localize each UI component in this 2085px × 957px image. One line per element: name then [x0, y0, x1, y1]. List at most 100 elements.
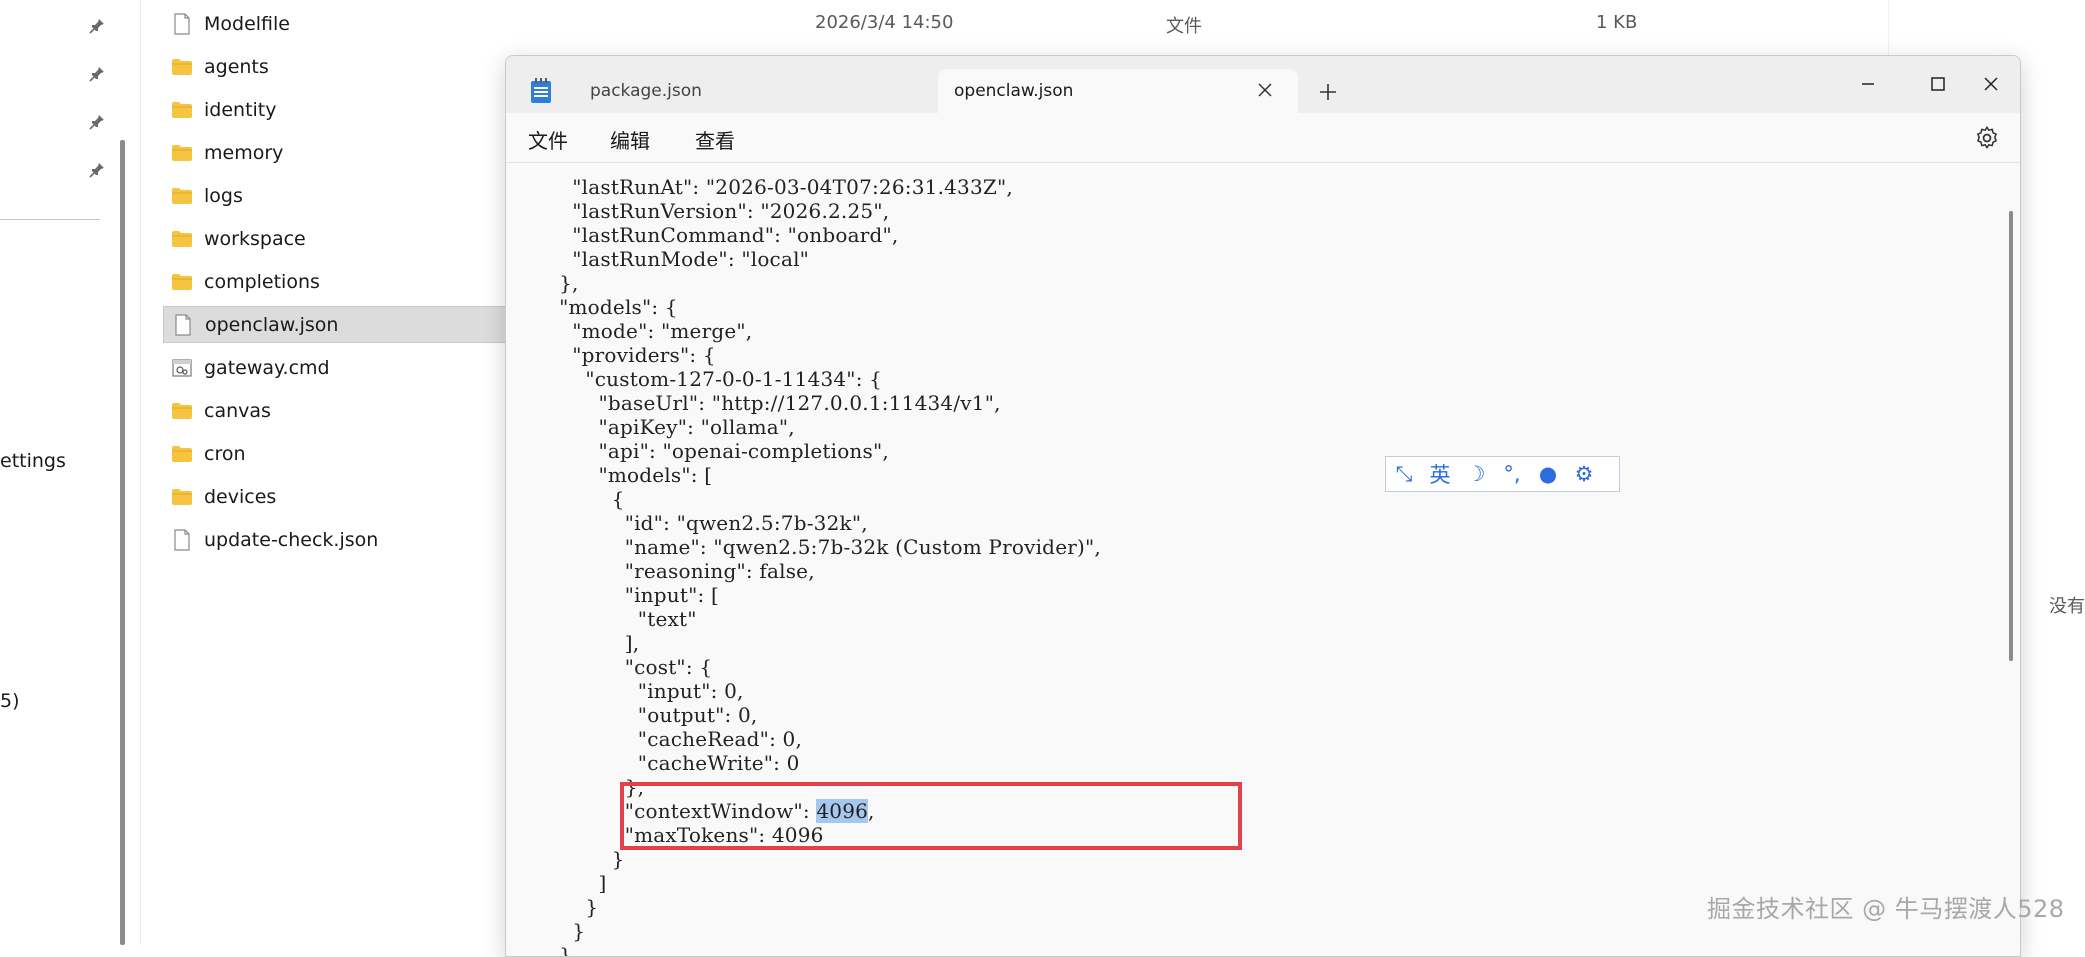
file-name: logs — [204, 184, 243, 207]
file-name: identity — [204, 98, 277, 121]
folder-icon — [171, 443, 193, 465]
file-row[interactable]: openclaw.json — [163, 306, 509, 343]
code-line: "lastRunMode": "local" — [546, 247, 810, 271]
code-line: } — [546, 895, 599, 919]
file-name: canvas — [204, 399, 271, 422]
tab-label: openclaw.json — [954, 81, 1074, 101]
file-icon — [171, 12, 193, 35]
tab-package-json[interactable]: package.json — [562, 69, 942, 113]
folder-icon — [171, 400, 193, 422]
minimize-button[interactable] — [1846, 66, 1890, 102]
code-line: "output": 0, — [546, 703, 758, 727]
code-line: "lastRunCommand": "onboard", — [546, 223, 899, 247]
file-size: 1 KB — [1596, 12, 1638, 33]
code-line: } — [546, 943, 573, 957]
code-line: "cacheRead": 0, — [546, 727, 803, 751]
folder-icon — [171, 56, 193, 78]
code-line: "reasoning": false, — [546, 559, 815, 583]
pin-icon[interactable] — [89, 18, 105, 34]
file-type: 文件 — [1166, 16, 1202, 37]
nav-item-partial[interactable]: 5) — [0, 690, 20, 712]
highlight-annotation-box — [620, 782, 1242, 850]
code-line: }, — [546, 271, 579, 295]
code-line: "models": [ — [546, 463, 713, 487]
nav-divider — [0, 219, 100, 220]
close-tab-icon[interactable] — [1256, 81, 1274, 99]
cmd-file-icon — [171, 357, 193, 379]
code-line: "apiKey": "ollama", — [546, 415, 795, 439]
file-name: workspace — [204, 227, 306, 250]
navigation-pane: ettings 5) — [0, 0, 128, 945]
file-name: openclaw.json — [205, 313, 339, 336]
file-row[interactable]: completions — [163, 263, 509, 300]
tab-openclaw-json[interactable]: openclaw.json — [938, 69, 1298, 113]
expand-icon[interactable]: ⤡ — [1386, 457, 1422, 491]
file-name: update-check.json — [204, 528, 379, 551]
file-name: Modelfile — [204, 12, 290, 35]
menu-file[interactable]: 文件 — [528, 125, 568, 154]
gear-icon[interactable]: ⚙ — [1566, 457, 1602, 491]
menu-view[interactable]: 查看 — [695, 125, 735, 154]
gear-icon[interactable] — [1974, 125, 2000, 151]
add-tab-icon[interactable] — [1317, 81, 1339, 103]
file-name: memory — [204, 141, 284, 164]
maximize-button[interactable] — [1916, 66, 1960, 102]
file-row[interactable]: agents — [163, 48, 509, 85]
code-line: "api": "openai-completions", — [546, 439, 889, 463]
file-row[interactable]: logs — [163, 177, 509, 214]
watermark: 掘金技术社区 @ 牛马摆渡人528 — [1707, 895, 2065, 923]
code-line: "cacheWrite": 0 — [546, 751, 800, 775]
file-row[interactable]: devices — [163, 478, 509, 515]
moon-icon[interactable]: ☽ — [1458, 457, 1494, 491]
code-line: ], — [546, 631, 640, 655]
close-window-button[interactable] — [1969, 66, 2013, 102]
file-icon — [171, 528, 193, 551]
menu-bar: 文件 编辑 查看 — [506, 113, 2020, 163]
code-line: "input": 0, — [546, 679, 744, 703]
title-bar[interactable]: package.json openclaw.json — [506, 56, 2020, 113]
folder-icon — [171, 142, 193, 164]
code-line: "mode": "merge", — [546, 319, 753, 343]
file-row[interactable]: Modelfile — [163, 5, 509, 42]
file-row[interactable]: workspace — [163, 220, 509, 257]
code-line: "lastRunVersion": "2026.2.25", — [546, 199, 890, 223]
code-line: "providers": { — [546, 343, 716, 367]
folder-icon — [171, 271, 193, 293]
details-pane-text: 没有 — [2049, 596, 2085, 617]
pin-icon[interactable] — [89, 114, 105, 130]
punctuation-icon[interactable]: °, — [1494, 457, 1530, 491]
folder-icon — [171, 99, 193, 121]
nav-scrollbar[interactable] — [120, 140, 125, 945]
code-line: } — [546, 847, 625, 871]
file-row[interactable]: identity — [163, 91, 509, 128]
nav-item-settings[interactable]: ettings — [0, 450, 66, 472]
file-row[interactable]: update-check.json — [163, 521, 509, 558]
code-line: } — [546, 919, 586, 943]
ime-toolbar: ⤡ 英 ☽ °, ● ⚙ — [1385, 456, 1620, 492]
code-line: "id": "qwen2.5:7b-32k", — [546, 511, 868, 535]
editor-scrollbar[interactable] — [2009, 211, 2013, 661]
file-name: gateway.cmd — [204, 356, 330, 379]
user-icon[interactable]: ● — [1530, 457, 1566, 491]
pin-icon[interactable] — [89, 66, 105, 82]
tab-label: package.json — [590, 81, 702, 101]
file-row[interactable]: cron — [163, 435, 509, 472]
file-name: agents — [204, 55, 269, 78]
code-line: "models": { — [546, 295, 678, 319]
chinese-mode-icon[interactable]: 英 — [1422, 457, 1458, 491]
file-row[interactable]: canvas — [163, 392, 509, 429]
code-line: "input": [ — [546, 583, 719, 607]
code-line: "custom-127-0-0-1-11434": { — [546, 367, 883, 391]
code-line: "lastRunAt": "2026-03-04T07:26:31.433Z", — [546, 175, 1013, 199]
code-line: "cost": { — [546, 655, 713, 679]
file-name: completions — [204, 270, 320, 293]
menu-edit[interactable]: 编辑 — [610, 125, 650, 154]
notepad-icon — [530, 78, 552, 104]
file-date: 2026/3/4 14:50 — [815, 12, 954, 33]
file-name: devices — [204, 485, 277, 508]
file-row[interactable]: gateway.cmd — [163, 349, 509, 386]
file-row[interactable]: memory — [163, 134, 509, 171]
pin-icon[interactable] — [89, 162, 105, 178]
file-name: cron — [204, 442, 246, 465]
folder-icon — [171, 486, 193, 508]
